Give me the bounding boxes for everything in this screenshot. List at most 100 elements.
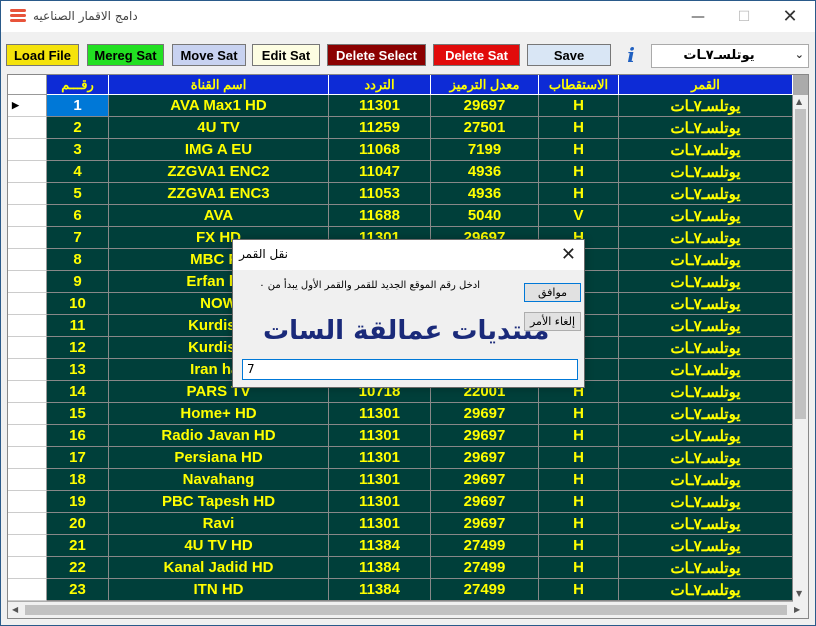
- channel-number-cell[interactable]: 19: [47, 491, 109, 513]
- row-header[interactable]: ▶: [8, 95, 47, 117]
- channel-number-cell[interactable]: 21: [47, 535, 109, 557]
- app-menu-icon[interactable]: [10, 9, 26, 23]
- row-header[interactable]: [8, 315, 47, 337]
- row-header[interactable]: [8, 249, 47, 271]
- horizontal-scrollbar[interactable]: ◀ ▶: [8, 602, 808, 618]
- channel-name-cell[interactable]: 4U TV: [109, 117, 329, 139]
- number-column-header[interactable]: رقـــم: [47, 75, 109, 95]
- frequency-cell[interactable]: 11384: [329, 557, 431, 579]
- satellite-cell[interactable]: يوتلسـ٧ـات: [619, 227, 793, 249]
- row-header[interactable]: [8, 579, 47, 601]
- channel-number-cell[interactable]: 6: [47, 205, 109, 227]
- delete-select-button[interactable]: Delete Select: [327, 44, 426, 66]
- polarization-cell[interactable]: H: [539, 403, 619, 425]
- frequency-cell[interactable]: 11301: [329, 491, 431, 513]
- frequency-cell[interactable]: 11301: [329, 513, 431, 535]
- table-row[interactable]: 4 ZZGVA1 ENC2 11047 4936 H يوتلسـ٧ـات: [8, 161, 793, 183]
- channel-name-cell[interactable]: ZZGVA1 ENC2: [109, 161, 329, 183]
- symbol-rate-cell[interactable]: 27499: [431, 535, 539, 557]
- polarization-cell[interactable]: H: [539, 161, 619, 183]
- frequency-cell[interactable]: 11384: [329, 579, 431, 601]
- row-header[interactable]: [8, 183, 47, 205]
- symbol-rate-cell[interactable]: 29697: [431, 491, 539, 513]
- row-header[interactable]: [8, 227, 47, 249]
- satellite-cell[interactable]: يوتلسـ٧ـات: [619, 271, 793, 293]
- cancel-button[interactable]: إلغاء الأمر: [524, 312, 581, 331]
- channel-number-cell[interactable]: 10: [47, 293, 109, 315]
- polarization-cell[interactable]: H: [539, 139, 619, 161]
- channel-number-cell[interactable]: 3: [47, 139, 109, 161]
- row-header[interactable]: [8, 425, 47, 447]
- polarization-cell[interactable]: H: [539, 183, 619, 205]
- table-row[interactable]: ▶ 1 AVA Max1 HD 11301 29697 H يوتلسـ٧ـات: [8, 95, 793, 117]
- channel-number-cell[interactable]: 9: [47, 271, 109, 293]
- symbol-rate-cell[interactable]: 29697: [431, 469, 539, 491]
- polarization-cell[interactable]: V: [539, 205, 619, 227]
- frequency-cell[interactable]: 11301: [329, 447, 431, 469]
- satellite-cell[interactable]: يوتلسـ٧ـات: [619, 183, 793, 205]
- channel-number-cell[interactable]: 20: [47, 513, 109, 535]
- row-header[interactable]: [8, 469, 47, 491]
- channel-number-cell[interactable]: 11: [47, 315, 109, 337]
- polarization-cell[interactable]: H: [539, 491, 619, 513]
- channel-number-cell[interactable]: 16: [47, 425, 109, 447]
- satellite-cell[interactable]: يوتلسـ٧ـات: [619, 381, 793, 403]
- channel-name-cell[interactable]: Home+ HD: [109, 403, 329, 425]
- table-row[interactable]: 20 Ravi 11301 29697 H يوتلسـ٧ـات: [8, 513, 793, 535]
- frequency-cell[interactable]: 11047: [329, 161, 431, 183]
- symbol-rate-column-header[interactable]: معدل الترميز: [431, 75, 539, 95]
- symbol-rate-cell[interactable]: 29697: [431, 95, 539, 117]
- polarization-cell[interactable]: H: [539, 425, 619, 447]
- symbol-rate-cell[interactable]: 29697: [431, 403, 539, 425]
- row-header[interactable]: [8, 447, 47, 469]
- table-row[interactable]: 23 ITN HD 11384 27499 H يوتلسـ٧ـات: [8, 579, 793, 601]
- table-row[interactable]: 19 PBC Tapesh HD 11301 29697 H يوتلسـ٧ـات: [8, 491, 793, 513]
- vertical-scrollbar[interactable]: ▲ ▼: [793, 95, 808, 603]
- frequency-column-header[interactable]: التردد: [329, 75, 431, 95]
- satellite-select[interactable]: يوتلسـ٧ـات ⌄: [651, 44, 809, 68]
- channel-number-cell[interactable]: 13: [47, 359, 109, 381]
- satellite-cell[interactable]: يوتلسـ٧ـات: [619, 469, 793, 491]
- satellite-cell[interactable]: يوتلسـ٧ـات: [619, 139, 793, 161]
- satellite-cell[interactable]: يوتلسـ٧ـات: [619, 513, 793, 535]
- load-file-button[interactable]: Load File: [6, 44, 79, 66]
- satellite-cell[interactable]: يوتلسـ٧ـات: [619, 535, 793, 557]
- frequency-cell[interactable]: 11301: [329, 403, 431, 425]
- row-header[interactable]: [8, 271, 47, 293]
- channel-number-cell[interactable]: 8: [47, 249, 109, 271]
- dialog-close-icon[interactable]: ✕: [561, 244, 576, 265]
- satellite-cell[interactable]: يوتلسـ٧ـات: [619, 579, 793, 601]
- satellite-cell[interactable]: يوتلسـ٧ـات: [619, 359, 793, 381]
- symbol-rate-cell[interactable]: 29697: [431, 513, 539, 535]
- channel-name-column-header[interactable]: اسم القناة: [109, 75, 329, 95]
- channel-number-cell[interactable]: 17: [47, 447, 109, 469]
- row-header[interactable]: [8, 381, 47, 403]
- satellite-cell[interactable]: يوتلسـ٧ـات: [619, 337, 793, 359]
- table-row[interactable]: 22 Kanal Jadid HD 11384 27499 H يوتلسـ٧ـات: [8, 557, 793, 579]
- info-icon[interactable]: i: [618, 43, 644, 67]
- table-row[interactable]: 3 IMG A EU 11068 7199 H يوتلسـ٧ـات: [8, 139, 793, 161]
- satellite-cell[interactable]: يوتلسـ٧ـات: [619, 117, 793, 139]
- channel-number-cell[interactable]: 5: [47, 183, 109, 205]
- frequency-cell[interactable]: 11301: [329, 425, 431, 447]
- satellite-cell[interactable]: يوتلسـ٧ـات: [619, 95, 793, 117]
- channel-number-cell[interactable]: 23: [47, 579, 109, 601]
- symbol-rate-cell[interactable]: 27501: [431, 117, 539, 139]
- frequency-cell[interactable]: 11301: [329, 469, 431, 491]
- ok-button[interactable]: موافق: [524, 283, 581, 302]
- table-row[interactable]: 5 ZZGVA1 ENC3 11053 4936 H يوتلسـ٧ـات: [8, 183, 793, 205]
- satellite-cell[interactable]: يوتلسـ٧ـات: [619, 293, 793, 315]
- channel-name-cell[interactable]: Ravi: [109, 513, 329, 535]
- maximize-icon[interactable]: ☐: [721, 1, 767, 32]
- row-header[interactable]: [8, 139, 47, 161]
- table-row[interactable]: 6 AVA 11688 5040 V يوتلسـ٧ـات: [8, 205, 793, 227]
- polarization-cell[interactable]: H: [539, 513, 619, 535]
- satellite-cell[interactable]: يوتلسـ٧ـات: [619, 161, 793, 183]
- scroll-left-icon[interactable]: ◀: [12, 605, 18, 614]
- move-sat-button[interactable]: Move Sat: [172, 44, 246, 66]
- row-header[interactable]: [8, 359, 47, 381]
- table-row[interactable]: 21 4U TV HD 11384 27499 H يوتلسـ٧ـات: [8, 535, 793, 557]
- table-row[interactable]: 17 Persiana HD 11301 29697 H يوتلسـ٧ـات: [8, 447, 793, 469]
- row-header-corner[interactable]: [8, 75, 47, 95]
- symbol-rate-cell[interactable]: 7199: [431, 139, 539, 161]
